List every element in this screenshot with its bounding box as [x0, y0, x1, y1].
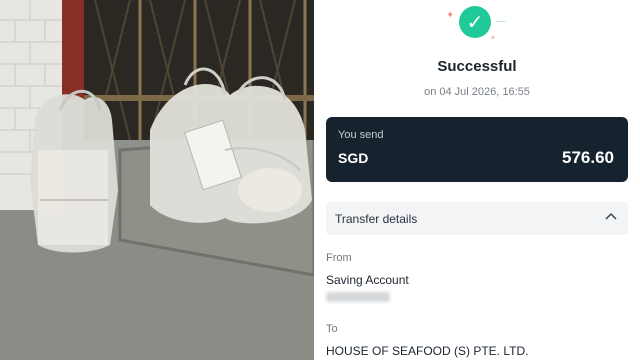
- recipient-name: HOUSE OF SEAFOOD (S) PTE. LTD.: [326, 344, 529, 358]
- currency-code: SGD: [338, 150, 369, 166]
- success-badge: ✦ — ✦ ✓: [444, 2, 506, 46]
- amount-value: 576.60: [562, 148, 614, 167]
- sparkle-icon: —: [496, 16, 506, 27]
- from-account: Saving Account: [326, 273, 409, 287]
- check-circle-icon: ✓: [459, 6, 491, 38]
- to-label: To: [326, 323, 338, 335]
- chevron-up-icon: [605, 212, 617, 220]
- masked-account-number: [326, 292, 390, 302]
- transfer-details-toggle[interactable]: Transfer details: [326, 202, 628, 235]
- photo-illustration: [0, 0, 314, 360]
- transaction-timestamp: on 04 Jul 2026, 16:55: [424, 86, 530, 98]
- payment-receipt: ✦ — ✦ ✓ Successful on 04 Jul 2026, 16:55…: [314, 0, 640, 360]
- sparkle-icon: ✦: [490, 34, 496, 42]
- sparkle-icon: ✦: [446, 10, 455, 21]
- amount-label: You send: [338, 129, 384, 141]
- from-label: From: [326, 252, 352, 264]
- status-title: Successful: [437, 58, 517, 75]
- amount-card: You send SGD 576.60: [326, 117, 628, 182]
- transfer-details-label: Transfer details: [335, 212, 418, 226]
- photo-food-bags: [0, 0, 314, 360]
